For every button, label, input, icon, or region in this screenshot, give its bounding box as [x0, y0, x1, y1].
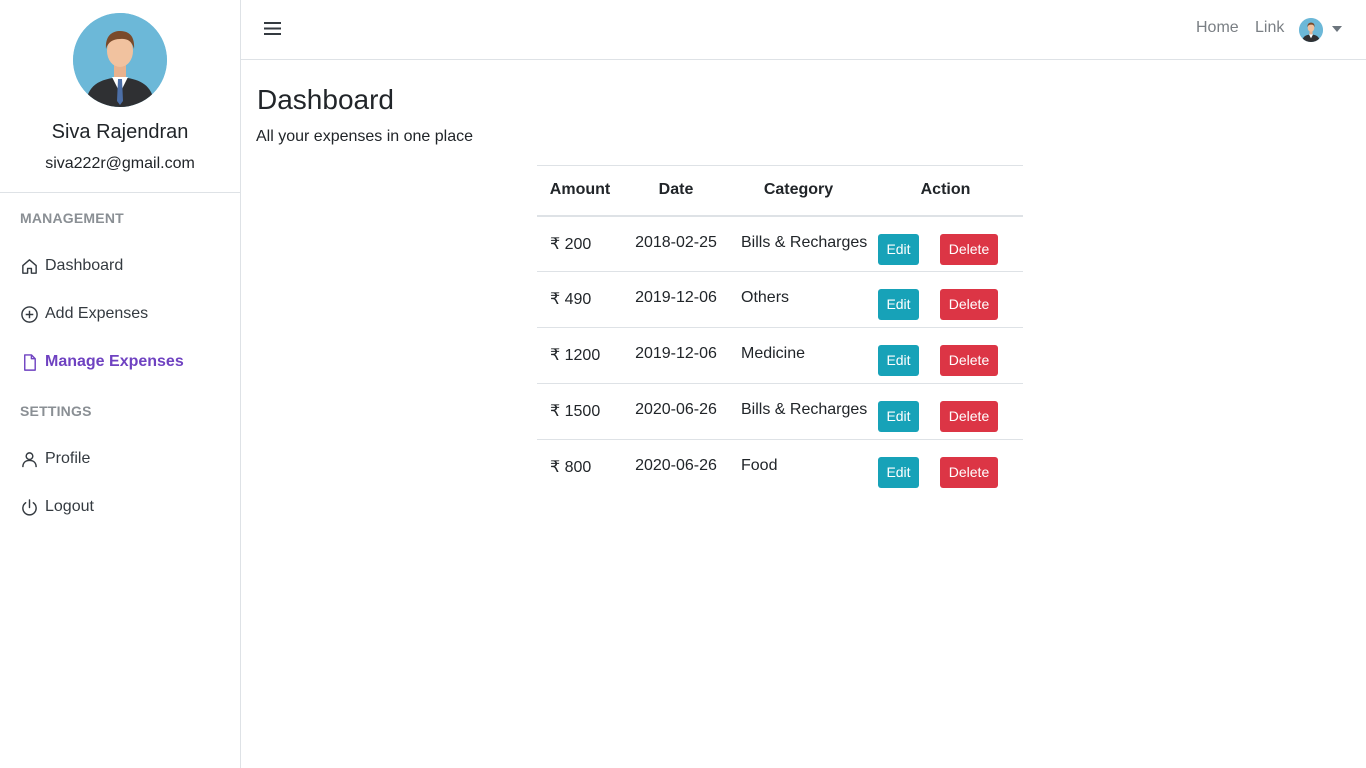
date-cell: 2020-06-26 [623, 383, 729, 440]
sidebar-item-manage-expenses[interactable]: Manage Expenses [20, 349, 184, 375]
table-row: ₹ 200 2018-02-25 Bills & Recharges Edit D… [537, 215, 1023, 272]
user-icon [20, 450, 39, 469]
category-cell: Bills & Recharges [729, 215, 868, 272]
edit-button[interactable]: Edit [878, 233, 919, 265]
edit-button[interactable]: Edit [878, 289, 919, 320]
sidebar-item-logout[interactable]: Logout [20, 494, 94, 520]
power-icon [20, 498, 39, 517]
plus-circle-icon [20, 305, 39, 324]
category-cell: Food [741, 457, 778, 474]
table-row: ₹ 1500 2020-06-26 Bills & Recharges Edit… [537, 383, 1023, 440]
page-subtitle: All your expenses in one place [256, 128, 474, 145]
column-header-category: Category [729, 165, 868, 217]
table-row: ₹ 800 2020-06-26 Food Edit Delete [537, 440, 1023, 496]
table-header-row: Amount Date Category Action [537, 165, 1023, 217]
profile-block: Siva Rajendran siva222r@gmail.com [0, 0, 240, 193]
date-cell: 2019-12-06 [623, 271, 729, 328]
sidebar-item-add-expenses[interactable]: Add Expenses [20, 301, 148, 327]
category-cell: Medicine [729, 327, 868, 384]
date-cell: 2020-06-26 [635, 457, 717, 474]
delete-button[interactable]: Delete [940, 401, 998, 432]
column-header-date: Date [623, 165, 729, 217]
chevron-down-icon[interactable] [1332, 26, 1342, 32]
user-avatar-dropdown[interactable] [1299, 18, 1323, 42]
user-name: Siva Rajendran [51, 121, 189, 143]
table-row: ₹ 490 2019-12-06 Others Edit Delete [537, 271, 1023, 328]
avatar [73, 13, 167, 107]
category-cell: Bills & Recharges [729, 383, 868, 440]
column-header-action: Action [868, 165, 1023, 217]
action-cell: Edit Delete [868, 271, 1023, 328]
delete-button[interactable]: Delete [940, 233, 998, 265]
amount-cell: ₹ 1200 [537, 327, 623, 384]
amount-cell: ₹ 490 [537, 271, 623, 328]
nav-link-home[interactable]: Home [1196, 19, 1239, 37]
top-navbar: Home Link [241, 0, 1366, 60]
settings-heading: SETTINGS [20, 403, 92, 419]
column-header-amount: Amount [537, 165, 623, 217]
sidebar-item-label: Manage Expenses [45, 353, 184, 370]
date-cell: 2018-02-25 [623, 215, 729, 272]
sidebar: Siva Rajendran siva222r@gmail.com MANAGE… [0, 0, 241, 768]
page-title: Dashboard [257, 84, 394, 115]
action-cell: Edit Delete [868, 383, 1023, 440]
delete-button[interactable]: Delete [940, 345, 998, 376]
action-cell: Edit Delete [868, 215, 1023, 272]
amount-cell: ₹ 800 [550, 459, 592, 476]
delete-button[interactable]: Delete [940, 457, 998, 488]
sidebar-item-label: Profile [45, 450, 91, 467]
edit-button[interactable]: Edit [878, 401, 919, 432]
sidebar-item-dashboard[interactable]: Dashboard [20, 253, 123, 279]
table-row: ₹ 1200 2019-12-06 Medicine Edit Delete [537, 327, 1023, 384]
edit-button[interactable]: Edit [878, 457, 919, 488]
sidebar-item-profile[interactable]: Profile [20, 446, 90, 472]
nav-link-link[interactable]: Link [1255, 19, 1284, 37]
action-cell: Edit Delete [868, 440, 1023, 496]
home-icon [20, 257, 39, 276]
sidebar-item-label: Dashboard [45, 257, 124, 274]
sidebar-item-label: Add Expenses [45, 305, 149, 322]
user-email: siva222r@gmail.com [45, 155, 195, 172]
management-heading: MANAGEMENT [20, 210, 124, 226]
hamburger-menu-icon[interactable] [263, 20, 283, 37]
amount-cell: ₹ 200 [537, 215, 623, 272]
category-cell: Others [729, 271, 868, 328]
amount-cell: ₹ 1500 [537, 383, 623, 440]
expenses-table: Amount Date Category Action ₹ 200 2018-0… [537, 165, 1023, 496]
edit-button[interactable]: Edit [878, 345, 919, 376]
delete-button[interactable]: Delete [940, 289, 998, 320]
date-cell: 2019-12-06 [623, 327, 729, 384]
action-cell: Edit Delete [868, 327, 1023, 384]
sidebar-item-label: Logout [45, 498, 94, 515]
file-icon [20, 353, 39, 372]
